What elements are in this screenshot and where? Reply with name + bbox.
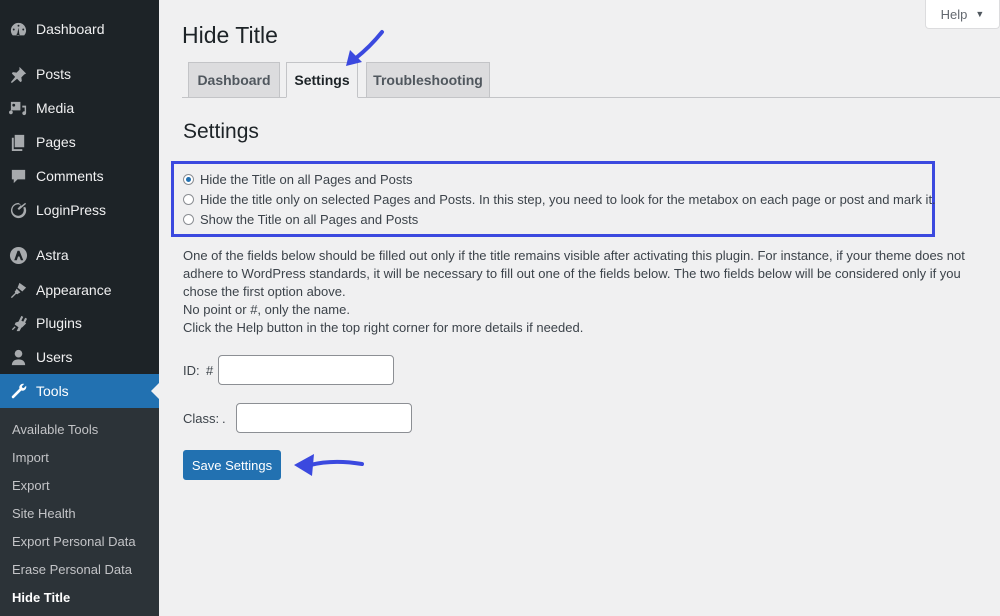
annotation-arrow-icon [346, 30, 384, 66]
submenu-item-hide-title[interactable]: Hide Title [12, 590, 70, 605]
user-icon [0, 348, 36, 367]
radio-button[interactable] [183, 194, 194, 205]
radio-option-hide-all[interactable]: Hide the Title on all Pages and Posts [183, 172, 412, 187]
wrench-icon [0, 382, 36, 401]
tab-dashboard[interactable]: Dashboard [188, 62, 280, 97]
save-settings-button[interactable]: Save Settings [183, 450, 281, 480]
class-input[interactable] [236, 403, 412, 433]
sidebar-item-astra[interactable]: Astra [0, 238, 159, 272]
admin-sidebar: Dashboard Posts Media Pages Comments Log… [0, 0, 159, 616]
radio-option-hide-selected[interactable]: Hide the title only on selected Pages an… [183, 192, 936, 207]
id-field-prefix: # [206, 363, 214, 378]
radio-label: Hide the title only on selected Pages an… [200, 192, 936, 207]
radio-option-show-all[interactable]: Show the Title on all Pages and Posts [183, 212, 418, 227]
tools-submenu: Available Tools Import Export Site Healt… [0, 408, 159, 616]
submenu-item-import[interactable]: Import [12, 450, 49, 465]
class-field-label: Class: [183, 411, 220, 426]
caret-down-icon: ▼ [975, 9, 985, 19]
sidebar-item-media[interactable]: Media [0, 91, 159, 125]
description-line: No point or #, only the name. [183, 302, 350, 317]
pages-icon [0, 133, 36, 152]
dashboard-icon [0, 20, 36, 39]
sidebar-item-label: Appearance [36, 282, 112, 298]
sidebar-item-label: Media [36, 100, 75, 116]
sidebar-item-label: Astra [36, 247, 69, 263]
class-field-prefix: . [222, 411, 226, 426]
nav-tabs: Dashboard Settings Troubleshooting [182, 62, 1000, 98]
sidebar-item-label: Plugins [36, 315, 82, 331]
astra-icon [0, 246, 36, 265]
description-paragraph: One of the fields below should be filled… [183, 248, 965, 299]
pin-icon [0, 65, 36, 84]
radio-label: Hide the Title on all Pages and Posts [200, 172, 413, 187]
sidebar-item-dashboard[interactable]: Dashboard [0, 12, 159, 46]
sidebar-item-appearance[interactable]: Appearance [0, 273, 159, 307]
radio-button[interactable] [183, 174, 194, 185]
id-input[interactable] [218, 355, 394, 385]
sidebar-item-tools[interactable]: Tools [0, 374, 159, 408]
paintbrush-icon [0, 281, 36, 300]
sidebar-item-comments[interactable]: Comments [0, 159, 159, 193]
sidebar-item-label: LoginPress [36, 202, 107, 218]
annotation-arrow-icon [294, 454, 364, 476]
submenu-item-available-tools[interactable]: Available Tools [12, 422, 98, 437]
submenu-item-erase-personal-data[interactable]: Erase Personal Data [12, 562, 132, 577]
description-line: Click the Help button in the top right c… [183, 320, 584, 335]
sidebar-item-label: Comments [36, 168, 104, 184]
id-field-label: ID: [183, 363, 200, 378]
sidebar-item-label: Posts [36, 66, 72, 82]
sidebar-item-label: Dashboard [36, 21, 105, 37]
loginpress-icon [0, 201, 36, 220]
media-icon [0, 99, 36, 118]
sidebar-item-posts[interactable]: Posts [0, 57, 159, 91]
radio-label: Show the Title on all Pages and Posts [200, 212, 419, 227]
sidebar-item-label: Tools [36, 383, 69, 399]
sidebar-item-plugins[interactable]: Plugins [0, 306, 159, 340]
sidebar-item-loginpress[interactable]: LoginPress [0, 193, 159, 227]
sidebar-item-users[interactable]: Users [0, 340, 159, 374]
page-title: Hide Title [182, 22, 278, 48]
submenu-item-export-personal-data[interactable]: Export Personal Data [12, 534, 136, 549]
radio-button[interactable] [183, 214, 194, 225]
submenu-item-site-health[interactable]: Site Health [12, 506, 76, 521]
sidebar-item-label: Pages [36, 134, 76, 150]
help-button[interactable]: Help ▼ [925, 0, 1000, 29]
sidebar-item-label: Users [36, 349, 73, 365]
description-text: One of the fields below should be filled… [183, 247, 983, 337]
submenu-item-export[interactable]: Export [12, 478, 50, 493]
help-label: Help [940, 6, 968, 22]
comment-icon [0, 167, 36, 186]
section-heading: Settings [183, 120, 259, 143]
sidebar-item-pages[interactable]: Pages [0, 125, 159, 159]
plugin-icon [0, 314, 36, 333]
